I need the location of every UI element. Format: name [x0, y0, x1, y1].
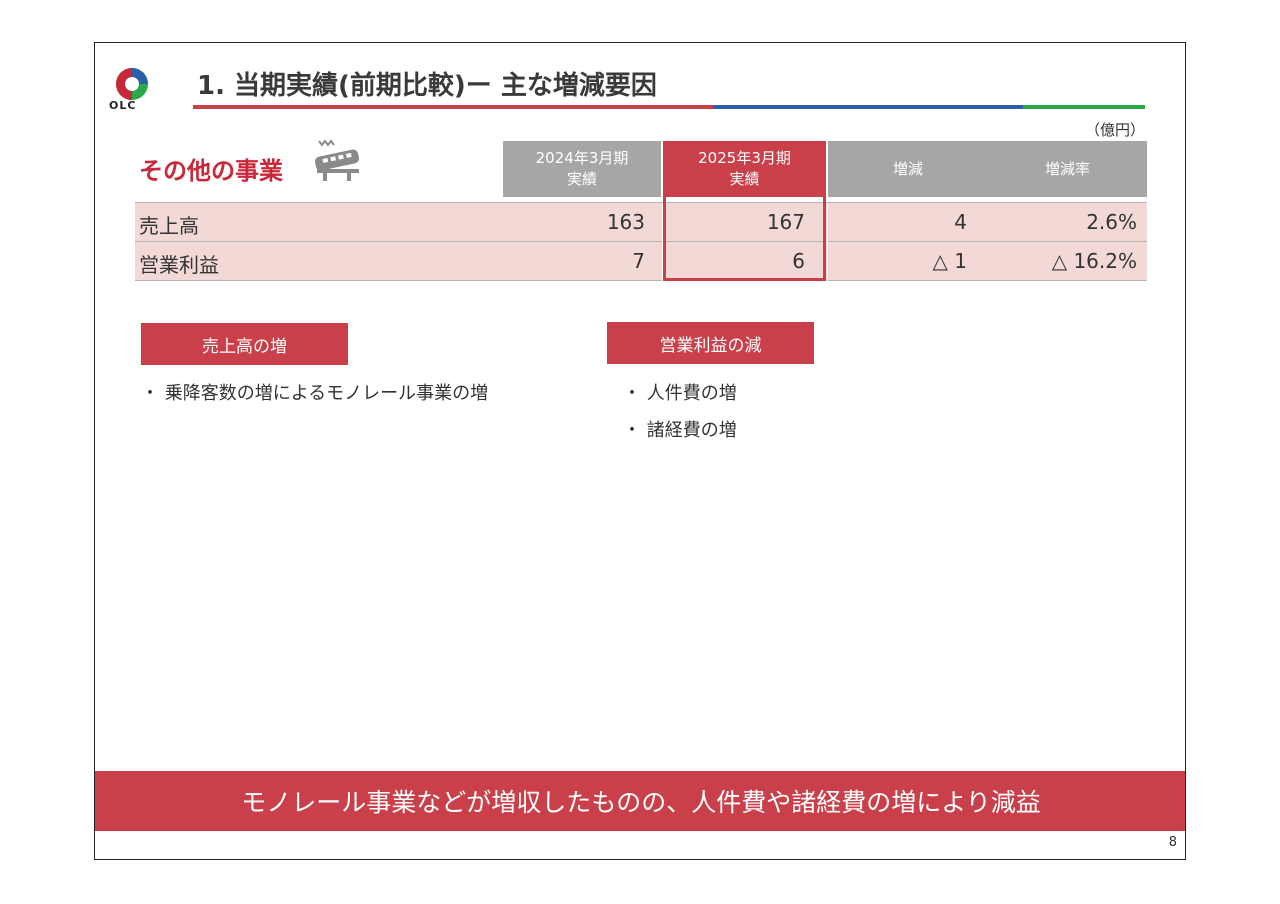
segment-title: その他の事業: [139, 157, 283, 185]
cell-profit-prev: 7: [632, 249, 645, 273]
cell-sales-prev: 163: [606, 210, 645, 234]
cell-sales-rate: 2.6%: [1086, 210, 1137, 234]
logo-text: OLC: [109, 99, 137, 112]
sales-increase-tag: 売上高の増: [141, 323, 348, 365]
unit-label: （億円）: [1084, 121, 1145, 139]
header-rate: 増減率: [988, 141, 1147, 197]
column-separator: [827, 203, 828, 281]
slide: OLC 1. 当期実績(前期比較)ー 主な増減要因 （億円） その他の事業 20…: [94, 42, 1186, 860]
summary-banner: モノレール事業などが増収したものの、人件費や諸経費の増により減益: [95, 771, 1185, 831]
profit-decrease-item: ・ 人件費の増: [623, 383, 737, 404]
header-current-year: 2025年3月期 実績: [663, 141, 826, 197]
cell-sales-diff: 4: [954, 210, 967, 234]
cell-sales-curr: 167: [766, 210, 805, 234]
page-title: 1. 当期実績(前期比較)ー 主な増減要因: [197, 71, 657, 101]
cell-profit-curr: 6: [792, 249, 805, 273]
row-label-sales: 売上高: [139, 214, 199, 238]
column-separator: [662, 203, 663, 281]
title-underline-blue: [713, 105, 1023, 109]
row-label-operating-profit: 営業利益: [139, 253, 219, 277]
table-bottom-border: [135, 280, 1147, 281]
sales-increase-item: ・ 乗降客数の増によるモノレール事業の増: [141, 383, 489, 404]
cell-profit-rate: △ 16.2%: [1051, 249, 1137, 273]
header-diff: 増減: [828, 141, 988, 197]
title-underline-green: [1023, 105, 1145, 109]
profit-decrease-tag: 営業利益の減: [607, 322, 814, 364]
profit-decrease-item: ・ 諸経費の増: [623, 420, 737, 441]
page-number: 8: [1168, 835, 1177, 850]
monorail-icon: [314, 139, 360, 181]
title-underline-red: [193, 105, 713, 109]
header-prev-year: 2024年3月期 実績: [503, 141, 661, 197]
cell-profit-diff: △ 1: [932, 249, 967, 273]
